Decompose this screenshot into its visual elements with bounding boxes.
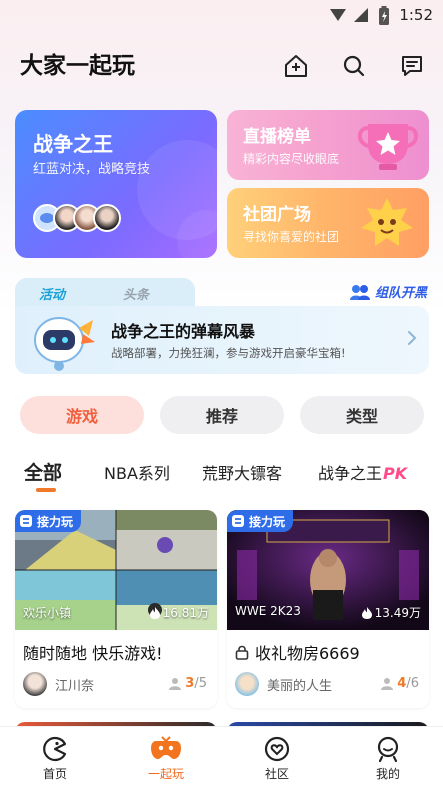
person-icon	[169, 678, 182, 690]
activity-banner[interactable]: 活动 头条 组队开黑 战争之王的弹幕风暴 战略部署，力挽狂澜，参与游戏开启豪华宝…	[15, 278, 429, 374]
chevron-right-icon	[407, 330, 417, 350]
avatar	[235, 672, 259, 696]
search-icon[interactable]	[340, 52, 368, 80]
game-room-card[interactable]: 接力玩 欢乐小镇 16.81万 随时随地 快乐游戏! 江川奈 3/5	[15, 510, 217, 708]
clock: 1:52	[399, 6, 433, 24]
category-all[interactable]: 全部	[24, 458, 62, 485]
status-bar: 1:52	[0, 0, 443, 32]
network-icon	[353, 7, 369, 27]
nav-community[interactable]: 社区	[247, 735, 307, 782]
relay-play-tag: 接力玩	[15, 510, 82, 532]
nav-home-label: 首页	[42, 767, 67, 781]
room-title: 随时随地 快乐游戏!	[23, 644, 163, 663]
tab-activity[interactable]: 活动	[39, 284, 65, 303]
club-card-subtitle: 寻找你喜爱的社团	[243, 230, 340, 244]
profile-icon	[358, 735, 418, 763]
banner-subtitle: 战略部署，力挽狂澜，参与游戏开启豪华宝箱!	[111, 346, 346, 360]
host-name: 江川奈	[55, 678, 95, 694]
team-icon	[349, 284, 370, 300]
avatar	[93, 204, 121, 232]
segment-tabs: 游戏 推荐 类型	[20, 396, 424, 434]
trophy-icon	[357, 124, 419, 170]
tab-headline[interactable]: 头条	[123, 284, 149, 303]
live-card-subtitle: 精彩内容尽收眼底	[243, 152, 340, 166]
category-tabs: 全部 NBA系列 荒野大镖客 战争之王PK	[24, 456, 424, 492]
player-avatars	[33, 204, 121, 232]
nav-community-label: 社区	[264, 767, 289, 781]
nav-profile[interactable]: 我的	[358, 735, 418, 782]
community-heart-icon	[247, 735, 307, 763]
war-card-subtitle: 红蓝对决，战略竞技	[33, 162, 151, 177]
war-card-title: 战争之王	[33, 132, 113, 156]
player-count: 4/6	[381, 676, 419, 691]
heat-count: 16.81万	[149, 604, 209, 621]
banner-title: 战争之王的弹幕风暴	[111, 322, 256, 341]
active-tab-indicator	[36, 488, 56, 492]
nav-play-together-label: 一起玩	[147, 767, 184, 781]
avatar	[23, 672, 47, 696]
category-war-king[interactable]: 战争之王PK	[318, 460, 407, 484]
message-icon[interactable]	[398, 52, 426, 80]
game-name: 欢乐小镇	[23, 606, 72, 620]
game-room-card[interactable]: 接力玩 WWE 2K23 13.49万 收礼物房6669 美丽的人生 4/6	[227, 510, 429, 708]
lock-icon	[235, 645, 249, 660]
category-nba[interactable]: NBA系列	[104, 460, 170, 484]
flame-icon	[361, 606, 372, 619]
bottom-navigation: 首页 一起玩 社区 我的	[0, 726, 443, 787]
war-king-card[interactable]: 战争之王 红蓝对决，战略竞技	[15, 110, 217, 258]
nav-profile-label: 我的	[375, 767, 400, 781]
segment-recommended[interactable]: 推荐	[160, 396, 284, 434]
team-up-button[interactable]: 组队开黑	[349, 282, 427, 301]
team-up-label: 组队开黑	[374, 286, 427, 301]
club-square-card[interactable]: 社团广场 寻找你喜爱的社团	[227, 188, 429, 258]
nav-home[interactable]: 首页	[25, 735, 85, 782]
live-ranking-card[interactable]: 直播榜单 精彩内容尽收眼底	[227, 110, 429, 180]
home-add-icon[interactable]	[282, 52, 310, 80]
relay-icon	[20, 515, 32, 527]
heat-count: 13.49万	[361, 604, 421, 621]
segment-games[interactable]: 游戏	[20, 396, 144, 434]
room-host[interactable]: 江川奈	[23, 672, 94, 696]
category-red-dead[interactable]: 荒野大镖客	[202, 460, 282, 484]
signal-icon	[329, 7, 347, 27]
robot-mascot-icon	[34, 317, 95, 371]
relay-icon	[232, 515, 244, 527]
room-title: 收礼物房6669	[235, 640, 360, 664]
game-name: WWE 2K23	[235, 604, 301, 618]
category-war-king-label: 战争之王	[318, 464, 383, 483]
room-host[interactable]: 美丽的人生	[235, 672, 332, 696]
pk-badge: PK	[383, 464, 408, 483]
segment-types[interactable]: 类型	[300, 396, 424, 434]
person-icon	[381, 678, 394, 690]
gamepad-icon	[136, 735, 196, 763]
flame-icon	[149, 606, 160, 619]
page-title: 大家一起玩	[20, 53, 135, 79]
host-name: 美丽的人生	[267, 678, 333, 694]
club-mascot-icon	[361, 198, 413, 246]
battery-icon	[377, 6, 391, 30]
club-card-title: 社团广场	[243, 205, 311, 225]
home-pacman-icon	[25, 735, 85, 763]
relay-play-tag: 接力玩	[227, 510, 294, 532]
tag-label: 接力玩	[249, 514, 286, 529]
tag-label: 接力玩	[37, 514, 74, 529]
live-card-title: 直播榜单	[243, 127, 311, 147]
nav-play-together[interactable]: 一起玩	[136, 735, 196, 782]
player-count: 3/5	[169, 676, 207, 691]
app-header: 大家一起玩	[20, 48, 430, 84]
